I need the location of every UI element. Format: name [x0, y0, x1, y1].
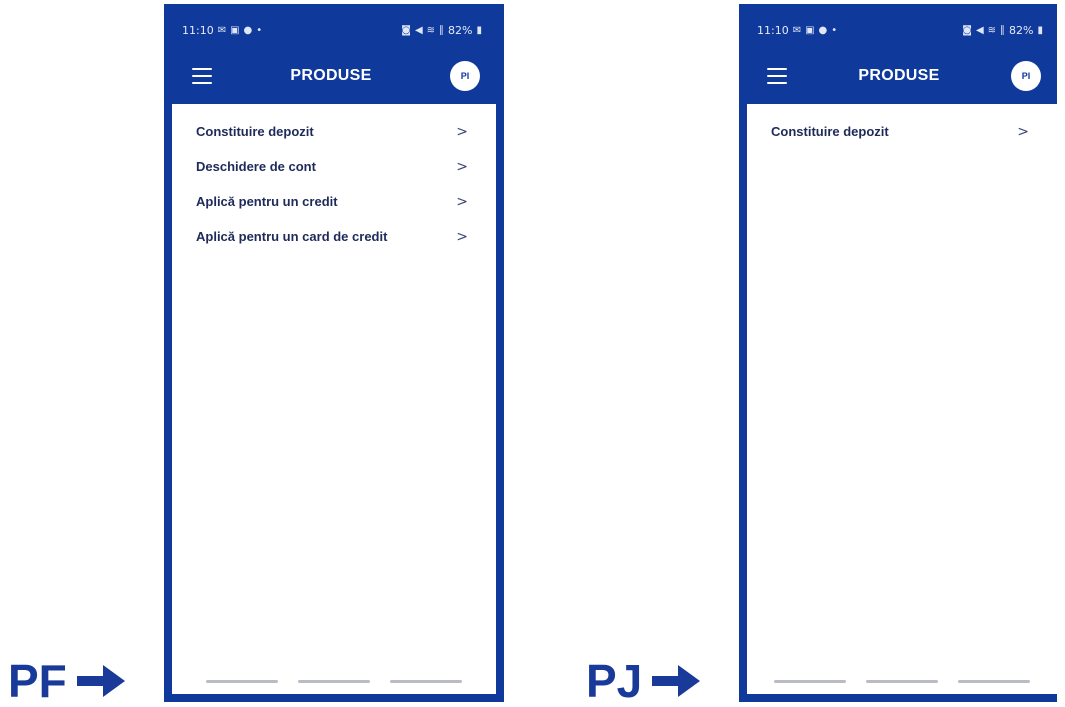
nav-recents-button[interactable] [206, 680, 278, 683]
caption-label: PF [8, 655, 67, 707]
gallery-icon: ▣ [805, 24, 815, 36]
chat-icon: ● [243, 24, 253, 36]
signal-icon: ∥ [1000, 24, 1006, 36]
status-time: 11:10 [182, 23, 214, 37]
list-item-constituire-depozit[interactable]: Constituire depozit > [747, 114, 1057, 149]
phone-screen-pj: 11:10 ✉ ▣ ● • ◙ ◀ ≋ ∥ 82% ▮ PRODUSE PI C… [739, 4, 1057, 702]
chevron-right-icon: > [456, 123, 468, 140]
list-item-aplica-credit[interactable]: Aplică pentru un credit > [172, 184, 496, 219]
dot-icon: • [831, 24, 838, 36]
mail-icon: ✉ [217, 24, 227, 36]
gallery-icon: ▣ [230, 24, 240, 36]
alarm-icon: ◙ [401, 24, 411, 36]
page-title: PRODUSE [858, 67, 940, 84]
nav-home-button[interactable] [298, 680, 370, 683]
arrow-right-icon [652, 663, 702, 699]
list-item-aplica-card-credit[interactable]: Aplică pentru un card de credit > [172, 219, 496, 254]
nav-home-button[interactable] [866, 680, 938, 683]
list-item-label: Aplică pentru un card de credit [196, 229, 388, 244]
chevron-right-icon: > [456, 228, 468, 245]
battery-level: 82% [448, 23, 473, 37]
phone-screen-pf: 11:10 ✉ ▣ ● • ◙ ◀ ≋ ∥ 82% ▮ PRODUSE PI C… [164, 4, 504, 702]
chevron-right-icon: > [456, 193, 468, 210]
wifi-icon: ≋ [426, 24, 436, 36]
system-nav-bar [747, 674, 1057, 694]
app-bar: PRODUSE PI [172, 48, 496, 104]
chevron-right-icon: > [456, 158, 468, 175]
status-time: 11:10 [757, 23, 789, 37]
nav-back-button[interactable] [958, 680, 1030, 683]
hamburger-menu-icon[interactable] [192, 68, 212, 84]
chevron-right-icon: > [1017, 123, 1029, 140]
nav-back-button[interactable] [390, 680, 462, 683]
hamburger-menu-icon[interactable] [767, 68, 787, 84]
chat-icon: ● [818, 24, 828, 36]
system-nav-bar [172, 674, 496, 694]
caption-pj: PJ [586, 658, 702, 704]
status-bar: 11:10 ✉ ▣ ● • ◙ ◀ ≋ ∥ 82% ▮ [172, 12, 496, 48]
battery-icon: ▮ [1037, 24, 1043, 36]
list-item-label: Aplică pentru un credit [196, 194, 338, 209]
battery-level: 82% [1009, 23, 1034, 37]
list-item-constituire-depozit[interactable]: Constituire depozit > [172, 114, 496, 149]
battery-icon: ▮ [476, 24, 482, 36]
signal-icon: ∥ [439, 24, 445, 36]
product-list: Constituire depozit > [747, 104, 1057, 149]
list-item-label: Constituire depozit [771, 124, 889, 139]
caption-pf: PF [8, 658, 127, 704]
dot-icon: • [256, 24, 263, 36]
mute-icon: ◀ [975, 24, 984, 36]
list-item-deschidere-de-cont[interactable]: Deschidere de cont > [172, 149, 496, 184]
avatar[interactable]: PI [1010, 61, 1041, 91]
status-bar: 11:10 ✉ ▣ ● • ◙ ◀ ≋ ∥ 82% ▮ [747, 12, 1057, 48]
app-bar: PRODUSE PI [747, 48, 1057, 104]
avatar[interactable]: PI [449, 61, 480, 91]
caption-label: PJ [586, 655, 643, 707]
arrow-right-icon [76, 663, 127, 699]
alarm-icon: ◙ [962, 24, 972, 36]
mail-icon: ✉ [792, 24, 802, 36]
product-list: Constituire depozit > Deschidere de cont… [172, 104, 496, 254]
page-title: PRODUSE [290, 67, 372, 84]
list-item-label: Deschidere de cont [196, 159, 316, 174]
nav-recents-button[interactable] [774, 680, 846, 683]
list-item-label: Constituire depozit [196, 124, 314, 139]
wifi-icon: ≋ [987, 24, 997, 36]
mute-icon: ◀ [414, 24, 423, 36]
